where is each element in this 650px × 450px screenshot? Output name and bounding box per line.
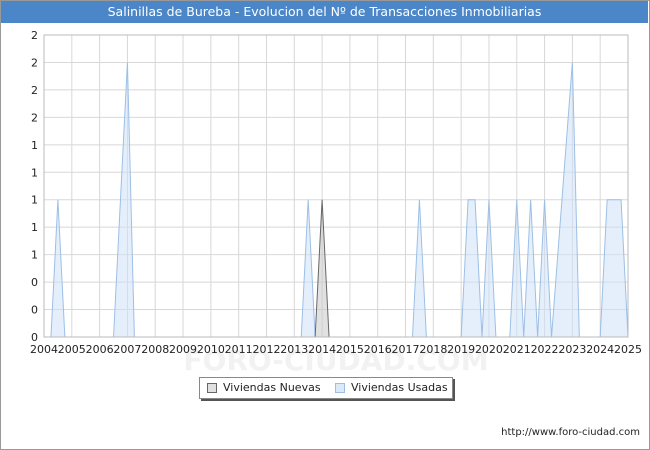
x-tick-label: 2010 [197,343,225,356]
source-url: http://www.foro-ciudad.com [501,427,640,438]
x-tick-label: 2019 [447,343,475,356]
legend-swatch-nuevas [207,383,217,393]
x-tick-label: 2016 [364,343,392,356]
legend-label-nuevas: Viviendas Nuevas [223,381,321,394]
x-tick-label: 2013 [280,343,308,356]
x-tick-label: 2024 [586,343,614,356]
x-tick-label: 2004 [30,343,58,356]
x-tick-label: 2011 [225,343,253,356]
x-tick-label: 2021 [503,343,531,356]
y-tick-label: 1 [31,194,38,207]
x-tick-label: 2020 [475,343,503,356]
x-tick-label: 2018 [419,343,447,356]
y-tick-label: 2 [31,29,38,42]
x-tick-label: 2012 [252,343,280,356]
y-tick-label: 1 [31,249,38,262]
x-tick-label: 2009 [169,343,197,356]
x-tick-label: 2007 [113,343,141,356]
y-tick-label: 1 [31,139,38,152]
legend-swatch-usadas [335,383,345,393]
x-tick-label: 2025 [614,343,642,356]
y-tick-label: 0 [31,304,38,317]
y-tick-label: 2 [31,111,38,124]
y-tick-label: 1 [31,221,38,234]
x-tick-label: 2022 [531,343,559,356]
chart-legend: Viviendas Nuevas Viviendas Usadas [199,377,453,399]
x-tick-label: 2017 [392,343,420,356]
legend-label-usadas: Viviendas Usadas [351,381,448,394]
y-tick-label: 1 [31,166,38,179]
x-tick-label: 2005 [58,343,86,356]
x-tick-label: 2014 [308,343,336,356]
y-tick-label: 2 [31,84,38,97]
y-tick-label: 0 [31,276,38,289]
x-tick-label: 2006 [86,343,114,356]
x-tick-label: 2015 [336,343,364,356]
y-tick-label: 2 [31,56,38,69]
x-tick-label: 2008 [141,343,169,356]
x-tick-label: 2023 [558,343,586,356]
